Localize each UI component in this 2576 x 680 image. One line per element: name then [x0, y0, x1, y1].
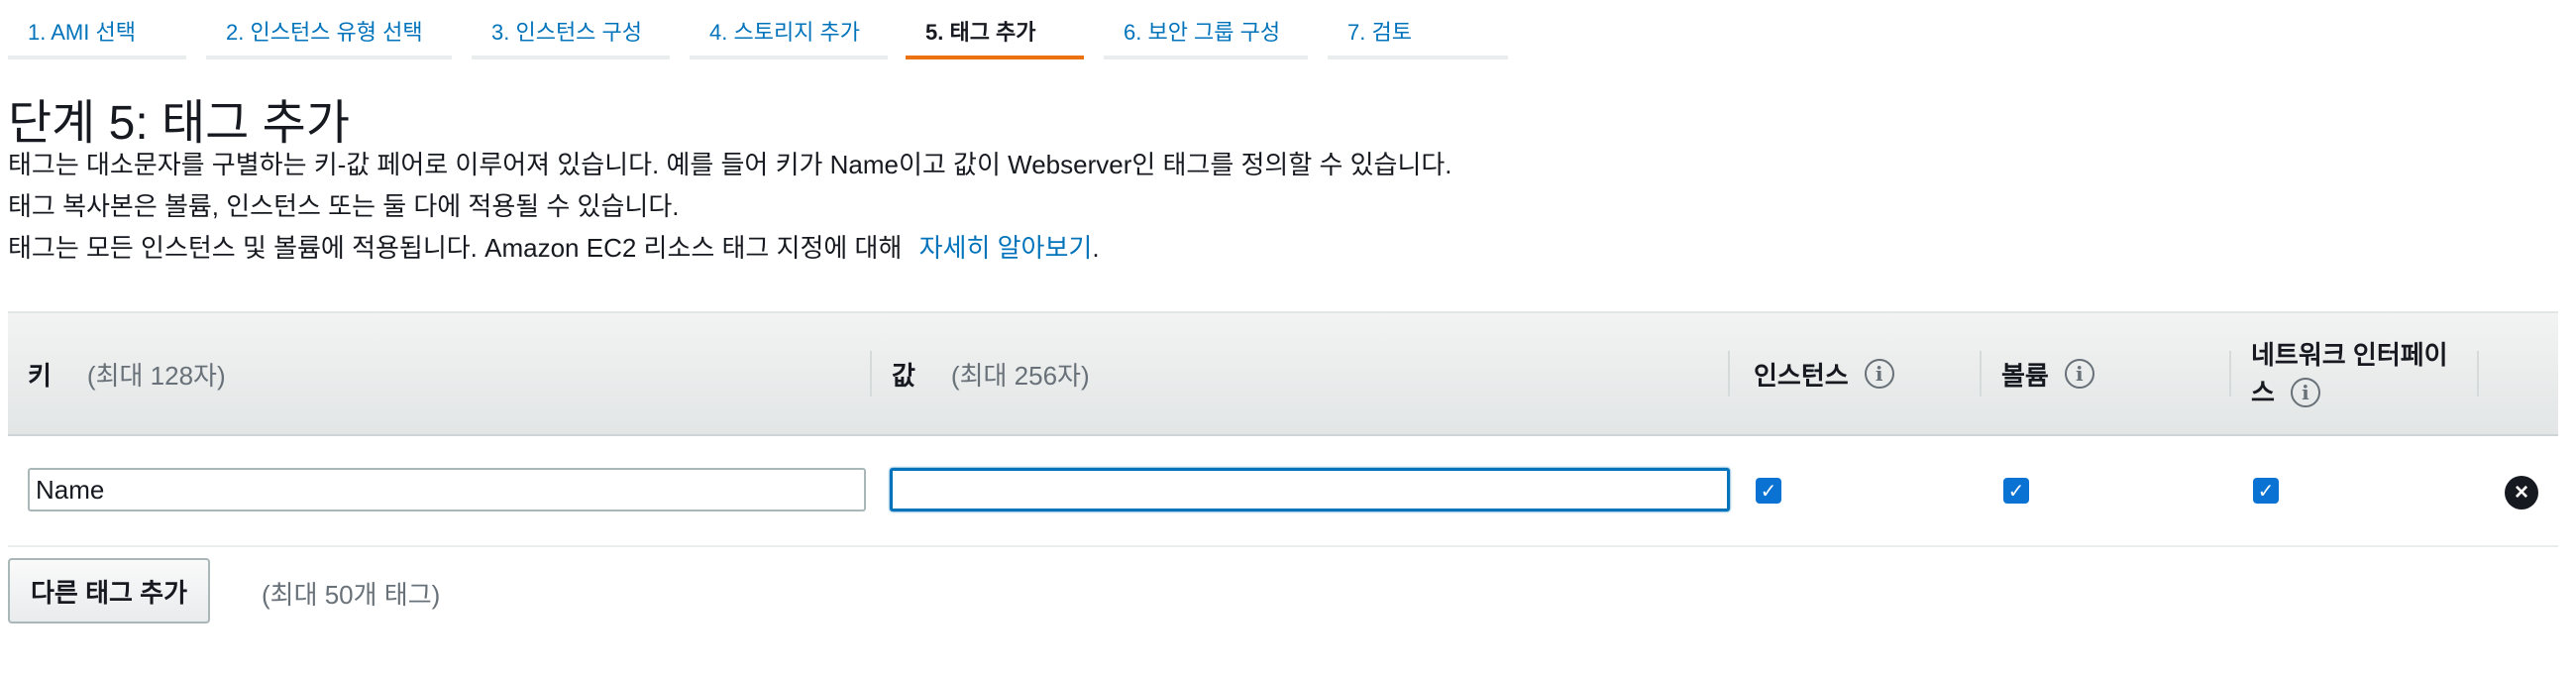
header-network-interfaces: 네트워크 인터페이 스 i — [2251, 313, 2448, 434]
description-line-1: 태그는 대소문자를 구별하는 키-값 페어로 이루어져 있습니다. 예를 들어 … — [8, 150, 1452, 179]
column-divider — [2229, 351, 2231, 397]
tab-security-group[interactable]: 6. 보안 그룹 구성 — [1104, 0, 1308, 59]
header-value-hint: (최대 256자) — [950, 360, 1090, 391]
add-tag-button[interactable]: 다른 태그 추가 — [8, 558, 210, 623]
instances-checkbox[interactable]: ✓ — [1756, 478, 1781, 504]
tab-add-storage[interactable]: 4. 스토리지 추가 — [690, 0, 888, 59]
tags-table: 키 (최대 128자) 값 (최대 256자) 인스턴스 i 볼륨 i 네트워크… — [8, 311, 2558, 547]
description-line-3-text: 태그는 모든 인스턴스 및 볼륨에 적용됩니다. Amazon EC2 리소스 … — [8, 233, 903, 263]
header-volumes: 볼륨 i — [2001, 313, 2094, 434]
tab-instance-type[interactable]: 2. 인스턴스 유형 선택 — [206, 0, 452, 59]
description-line-3-end: . — [1092, 233, 1100, 263]
header-network-label-line-1: 네트워크 인터페이 — [2251, 340, 2448, 370]
tag-value-input[interactable] — [890, 468, 1730, 511]
tag-key-input[interactable] — [28, 468, 866, 511]
header-volumes-label: 볼륨 — [2001, 360, 2049, 391]
header-instances: 인스턴스 i — [1754, 313, 1894, 434]
description-line-2: 태그 복사본은 볼륨, 인스턴스 또는 둘 다에 적용될 수 있습니다. — [8, 191, 680, 221]
header-value-label: 값 — [892, 360, 915, 391]
header-network-label-line-2: 스 — [2251, 378, 2275, 407]
info-icon[interactable]: i — [2064, 359, 2094, 389]
column-divider — [1728, 351, 1730, 397]
header-key-label: 키 — [28, 360, 52, 391]
learn-more-link[interactable]: 자세히 알아보기 — [919, 233, 1093, 263]
tab-configure-instance[interactable]: 3. 인스턴스 구성 — [472, 0, 670, 59]
table-row: ✓ ✓ ✓ × — [8, 436, 2558, 547]
column-divider — [870, 351, 872, 397]
tab-review[interactable]: 7. 검토 — [1328, 0, 1508, 59]
description-line-3: 태그는 모든 인스턴스 및 볼륨에 적용됩니다. Amazon EC2 리소스 … — [8, 228, 1100, 265]
tab-ami-select[interactable]: 1. AMI 선택 — [8, 0, 186, 59]
network-interfaces-checkbox[interactable]: ✓ — [2253, 478, 2279, 504]
info-icon[interactable]: i — [2290, 378, 2320, 407]
header-value: 값 (최대 256자) — [892, 313, 1090, 434]
add-tag-hint: (최대 50개 태그) — [262, 580, 441, 610]
header-instances-label: 인스턴스 — [1754, 360, 1849, 391]
remove-tag-icon[interactable]: × — [2505, 476, 2538, 510]
header-key-hint: (최대 128자) — [86, 360, 226, 391]
volumes-checkbox[interactable]: ✓ — [2003, 478, 2029, 504]
page-title: 단계 5: 태그 추가 — [8, 97, 350, 150]
column-divider — [2477, 351, 2479, 397]
tab-add-tags[interactable]: 5. 태그 추가 — [906, 0, 1084, 59]
tags-table-header: 키 (최대 128자) 값 (최대 256자) 인스턴스 i 볼륨 i 네트워크… — [8, 311, 2558, 436]
header-key: 키 (최대 128자) — [28, 313, 226, 434]
column-divider — [1980, 351, 1982, 397]
info-icon[interactable]: i — [1864, 359, 1894, 389]
